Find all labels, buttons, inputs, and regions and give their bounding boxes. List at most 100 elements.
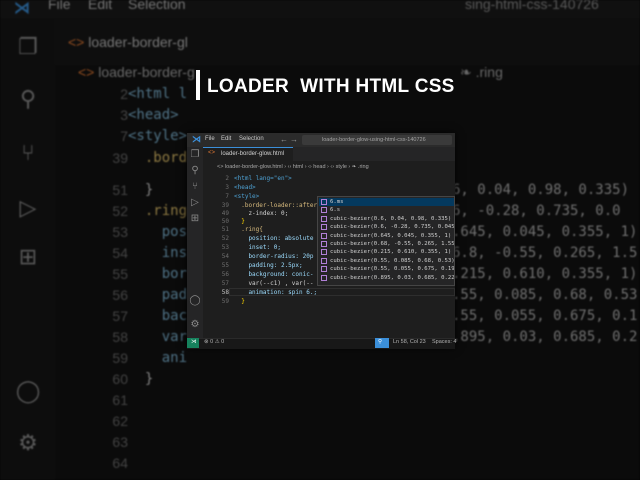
menu-file[interactable]: File	[205, 136, 215, 142]
code-line[interactable]: z-index: 0;	[234, 210, 288, 217]
tab-label: loader-border-glow.html	[221, 151, 285, 157]
suggestion-item[interactable]: cubic-bezier(0.215, 0.610, 0.355, 1)	[319, 248, 454, 256]
value-icon	[321, 274, 327, 281]
suggestion-item[interactable]: cubic-bezier(0.68, -0.55, 0.265, 1.55)	[319, 240, 454, 248]
suggestion-item[interactable]: cubic-bezier(0.55, 0.055, 0.675, 0.19)	[319, 265, 454, 273]
bg-menu-selection[interactable]: Selection	[128, 0, 186, 12]
forward-arrow-icon[interactable]: →	[290, 135, 298, 144]
run-debug-icon[interactable]: ▷	[14, 195, 42, 221]
bg-suggestion-value: .215, 0.610, 0.355, 1)	[452, 266, 638, 282]
code-line[interactable]: border-radius: 20p	[234, 253, 313, 260]
bg-suggestion-value: 6, 0.04, 0.98, 0.335)	[452, 182, 630, 198]
bg-suggestion-value: 6, -0.28, 0.735, 0.0	[452, 203, 621, 219]
bg-line-number: 2	[120, 86, 128, 102]
bg-code-line: }	[128, 371, 154, 387]
line-number: 59	[221, 298, 229, 305]
suggestion-item[interactable]: 6.s	[319, 206, 454, 214]
run-debug-icon[interactable]: ▷	[189, 197, 201, 208]
code-line[interactable]: <html lang="en">	[234, 175, 292, 182]
extensions-icon[interactable]: ⊞	[14, 244, 42, 270]
bg-menu-edit[interactable]: Edit	[88, 0, 112, 12]
suggestion-item[interactable]: cubic-bezier(0.645, 0.045, 0.355, 1)	[319, 232, 454, 240]
source-control-icon[interactable]: ⑂	[14, 140, 42, 166]
code-line[interactable]: var(--c1) , var(--	[234, 280, 313, 287]
bg-code-line: pos	[128, 224, 188, 240]
settings-gear-icon[interactable]: ⚙	[189, 319, 201, 330]
code-line[interactable]: }	[234, 298, 245, 305]
bg-line-number: 54	[112, 245, 128, 261]
code-line[interactable]: }	[234, 218, 245, 225]
code-line[interactable]: position: absolute	[234, 235, 313, 242]
headline-title: LOADER WITH HTML CSS	[207, 76, 455, 97]
source-control-icon[interactable]: ⑂	[189, 181, 201, 192]
suggestion-item[interactable]: 6.ms	[319, 198, 454, 207]
breadcrumb[interactable]: <> loader-border-glow.html › ‹› html › ‹…	[217, 164, 369, 170]
cursor-position[interactable]: Ln 58, Col 23	[393, 339, 426, 345]
suggestion-item[interactable]: cubic-bezier(0.6, -0.28, 0.735, 0.045)	[319, 223, 454, 231]
bg-line-number: 53	[112, 224, 128, 240]
bg-line-number: 52	[112, 203, 128, 219]
code-line[interactable]: inset: 0;	[234, 244, 281, 251]
suggestion-item[interactable]: cubic-bezier(0.6, 0.04, 0.98, 0.335)	[319, 215, 454, 223]
bg-window-title: sing-html-css-140726	[465, 0, 599, 12]
menu-selection[interactable]: Selection	[239, 136, 264, 142]
bg-suggestion-value: .645, 0.045, 0.355, 1)	[452, 224, 638, 240]
suggestion-item[interactable]: cubic-bezier(0.895, 0.03, 0.685, 0.22)	[319, 274, 454, 282]
explorer-icon[interactable]: ❐	[14, 34, 42, 60]
account-icon[interactable]: ◯	[189, 295, 201, 306]
bg-breadcrumb[interactable]: <> loader-border-g	[78, 64, 195, 80]
line-number-current: 58	[221, 289, 229, 296]
bg-menu-file[interactable]: File	[48, 0, 71, 12]
bg-breadcrumb-ring[interactable]: ❧ .ring	[460, 64, 503, 81]
search-icon[interactable]: ⚲	[189, 165, 201, 176]
search-icon[interactable]: ⚲	[14, 86, 42, 112]
value-icon	[321, 232, 327, 239]
line-number: 57	[221, 280, 229, 287]
code-line[interactable]: <head>	[234, 184, 256, 191]
line-number: 49	[221, 210, 229, 217]
autocomplete-popup: 6.ms 6.s cubic-bezier(0.6, 0.04, 0.98, 0…	[317, 196, 455, 286]
menu-edit[interactable]: Edit	[221, 136, 231, 142]
suggestion-item[interactable]: cubic-bezier(0.55, 0.085, 0.68, 0.53)	[319, 257, 454, 265]
bg-line-number: 63	[112, 434, 128, 450]
code-line[interactable]: <style>	[234, 193, 259, 200]
code-line-current[interactable]: animation: spin 6.;	[234, 289, 317, 296]
value-icon	[321, 249, 327, 256]
bg-suggestion-value: .55, 0.085, 0.68, 0.53	[452, 287, 638, 303]
bg-line-number: 51	[112, 182, 128, 198]
value-icon	[321, 207, 327, 214]
account-icon[interactable]: ◯	[14, 378, 42, 404]
indentation-setting[interactable]: Spaces: 4	[432, 339, 456, 345]
bg-line-number: 7	[120, 128, 128, 144]
vscode-logo-icon: ⋊	[192, 134, 201, 144]
headline-accent-bar	[196, 70, 200, 100]
bg-code-line: bor	[128, 266, 188, 282]
explorer-icon[interactable]: ❐	[189, 149, 201, 160]
settings-gear-icon[interactable]: ⚙	[14, 430, 42, 456]
bg-suggestion-value: .895, 0.03, 0.685, 0.2	[452, 329, 638, 345]
problems-indicator[interactable]: ⊗ 0 ⚠ 0	[204, 339, 224, 345]
value-icon	[321, 199, 327, 205]
command-search-input[interactable]: loader-border-glow-using-html-css-140726	[302, 135, 452, 145]
bg-line-number: 57	[112, 308, 128, 324]
bg-line-number: 64	[112, 455, 128, 471]
bg-code-line: ins	[128, 245, 188, 261]
bg-code-line: <style>	[128, 128, 188, 144]
extensions-icon[interactable]: ⊞	[189, 213, 201, 224]
code-line[interactable]: padding: 2.5px;	[234, 262, 302, 269]
zoom-glyph-icon: ⚲	[378, 339, 383, 345]
back-arrow-icon[interactable]: ←	[280, 135, 288, 144]
bg-code-line: .ring	[128, 203, 188, 219]
code-line[interactable]: background: conic-	[234, 271, 313, 278]
bg-tab[interactable]: <> loader-border-gl	[68, 34, 188, 50]
bg-suggestion-value: 6.8, -0.55, 0.265, 1.5	[452, 245, 638, 261]
code-line[interactable]: .border-loader::after	[234, 202, 317, 209]
line-number: 54	[221, 253, 229, 260]
bg-code-line: }	[128, 182, 154, 198]
bg-line-number: 61	[112, 392, 128, 408]
html-file-icon: <>	[208, 150, 216, 156]
code-line[interactable]: .ring{	[234, 226, 263, 233]
bg-line-number: 3	[120, 107, 128, 123]
bg-code-line: var	[128, 329, 188, 345]
line-number: 56	[221, 271, 229, 278]
